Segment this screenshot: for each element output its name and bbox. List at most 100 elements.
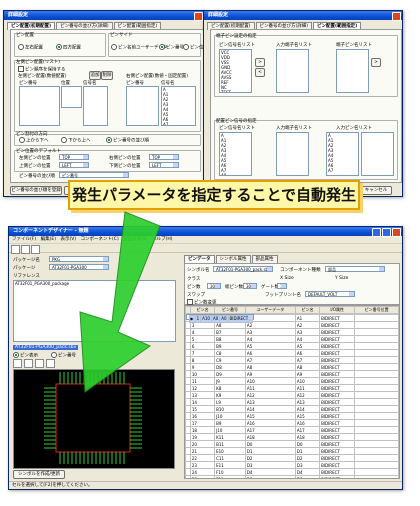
table-cell[interactable]: A10 (200, 315, 212, 323)
table-row[interactable]: 21 E10 D1 D1 BIDIRECT (185, 447, 399, 455)
table-cell[interactable]: A7 (244, 356, 296, 364)
table-cell[interactable]: A10 (244, 377, 296, 385)
table-row[interactable]: 7 C8 A6 A6 BIDIRECT (185, 349, 399, 357)
table-cell[interactable] (354, 447, 399, 455)
table-cell[interactable] (354, 440, 399, 448)
list-item[interactable]: A7 (328, 168, 358, 173)
table-cell[interactable]: 20 (189, 440, 216, 448)
radio-pinpos[interactable]: ピン位 (183, 44, 204, 51)
table-cell[interactable]: L9 (214, 398, 246, 406)
table-cell[interactable]: 10 (189, 370, 216, 378)
close-icon[interactable] (194, 12, 203, 21)
close-icon[interactable] (392, 12, 401, 21)
table-cell[interactable] (354, 349, 399, 357)
table-cell[interactable]: A6 (244, 349, 296, 357)
add-terminal-button[interactable]: > (371, 58, 381, 67)
table-cell[interactable]: A11 (294, 384, 321, 392)
table-cell[interactable]: 16 (189, 412, 216, 420)
main-titlebar[interactable]: コンポーネントデザイナー - 無題 (9, 227, 402, 237)
tab-pin-data[interactable]: ピンデータ (184, 255, 215, 263)
close-icon[interactable] (392, 228, 401, 237)
table-cell[interactable]: 13 (189, 391, 216, 399)
table-cell[interactable] (354, 461, 399, 469)
table-cell[interactable]: 9 (189, 363, 216, 371)
radio-bottom-up[interactable]: 下から上へ (61, 137, 91, 144)
column-header[interactable]: ピン番号位置 (354, 306, 399, 314)
column-header[interactable]: ピン番号 (214, 306, 246, 314)
pin-table[interactable]: ピン名 ピン番号 ユーザーデータ ピン名 I/O属性 ピン番号位置 ▶ 1 A10 A0 A0 BI… (185, 306, 399, 478)
table-cell[interactable]: A4 (294, 335, 321, 343)
radio-pin-show[interactable]: ピン表示 (13, 352, 38, 359)
table-cell[interactable]: A1 (294, 314, 321, 322)
table-cell[interactable]: B10 (214, 405, 246, 413)
table-cell[interactable]: F10 (214, 468, 246, 476)
right-pos-select[interactable]: TOP (149, 154, 179, 160)
table-row[interactable]: 5 B8 A4 A4 BIDIRECT (185, 335, 399, 343)
table-cell[interactable]: 7 (189, 349, 216, 357)
table-cell[interactable] (354, 328, 399, 336)
terminal-list-top[interactable] (336, 49, 369, 93)
radio-pin-order[interactable]: ピン番号の並び順 (106, 137, 149, 144)
zoom-in-icon[interactable] (13, 359, 22, 368)
table-row[interactable]: 24 F10 D4 D4 BIDIRECT (185, 468, 399, 476)
table-cell[interactable]: BIDIRECT (319, 370, 356, 378)
table-cell[interactable] (354, 475, 399, 478)
input-list-bottom[interactable] (276, 132, 309, 176)
table-cell[interactable]: 21 (189, 447, 216, 455)
table-cell[interactable]: A0 (210, 315, 221, 323)
move-right-button[interactable]: > (255, 58, 265, 67)
table-cell[interactable]: BIDIRECT (227, 315, 251, 323)
table-cell[interactable] (354, 391, 399, 399)
table-cell[interactable]: BIDIRECT (319, 447, 356, 455)
table-cell[interactable]: 11 (189, 377, 216, 385)
table-cell[interactable]: D3 (244, 461, 296, 469)
table-cell[interactable]: D4 (244, 468, 296, 476)
radio-pinnum[interactable]: ピン番号 (159, 44, 184, 51)
table-row[interactable]: 16 J10 A15 A15 BIDIRECT (185, 412, 399, 420)
table-cell[interactable] (354, 405, 399, 413)
table-row[interactable]: 22 C11 D2 D2 BIDIRECT (185, 454, 399, 462)
table-cell[interactable]: A7 (294, 356, 321, 364)
table-cell[interactable]: D4 (294, 468, 321, 476)
table-cell[interactable]: A5 (244, 342, 296, 350)
table-cell[interactable]: BIDIRECT (319, 433, 356, 441)
table-cell[interactable]: A16 (244, 419, 296, 427)
comp-input[interactable]: AT32F01-PGA300_pack.sbv (213, 266, 273, 272)
table-cell[interactable]: BIDIRECT (319, 356, 356, 364)
register-order-button[interactable]: ピン番号の並び順を登録 (10, 186, 62, 195)
move-left-button[interactable]: < (255, 68, 265, 77)
table-cell[interactable]: BIDIRECT (319, 321, 356, 329)
table-cell[interactable]: J10 (214, 412, 246, 420)
table-cell[interactable]: E11 (214, 461, 246, 469)
table-cell[interactable]: D8 (214, 363, 246, 371)
table-cell[interactable]: D3 (294, 461, 321, 469)
bottom-pos-select[interactable]: LEFT (149, 162, 179, 168)
type-select[interactable]: 部品 (325, 266, 385, 272)
table-row[interactable]: 11 J9 A10 A10 BIDIRECT (185, 377, 399, 385)
table-cell[interactable]: A15 (244, 412, 296, 420)
table-cell[interactable]: A11 (244, 384, 296, 392)
table-cell[interactable]: A8 (244, 363, 296, 371)
table-cell[interactable]: A6 (294, 349, 321, 357)
radio-four[interactable]: 四方配置 (56, 44, 81, 51)
table-row[interactable]: 19 K11 A18 A18 BIDIRECT (185, 433, 399, 441)
table-cell[interactable] (354, 454, 399, 462)
table-cell[interactable] (354, 412, 399, 420)
table-cell[interactable]: A14 (244, 405, 296, 413)
left-pos-select[interactable]: TOP (59, 154, 89, 160)
table-cell[interactable] (354, 342, 399, 350)
table-cell[interactable]: D1 (294, 447, 321, 455)
table-cell[interactable] (354, 384, 399, 392)
table-row[interactable]: 8 C9 A7 A7 BIDIRECT (185, 356, 399, 364)
table-cell[interactable]: K11 (214, 433, 246, 441)
column-header[interactable]: ユーザーデータ (244, 306, 296, 314)
table-row[interactable]: 23 E11 D3 D3 BIDIRECT (185, 461, 399, 469)
signal-list-bottom[interactable]: AA1A2A3A4A5A6A7A8A9A10A11 (219, 132, 252, 176)
minimize-icon[interactable] (372, 228, 381, 237)
column-header[interactable]: ピン名 (189, 306, 216, 314)
table-cell[interactable]: 12 (189, 384, 216, 392)
open-file-icon[interactable] (21, 245, 30, 254)
grid-icon[interactable] (46, 359, 55, 368)
table-cell[interactable]: J10 (214, 426, 246, 434)
table-row[interactable]: 4 B7 A3 A3 BIDIRECT (185, 328, 399, 336)
